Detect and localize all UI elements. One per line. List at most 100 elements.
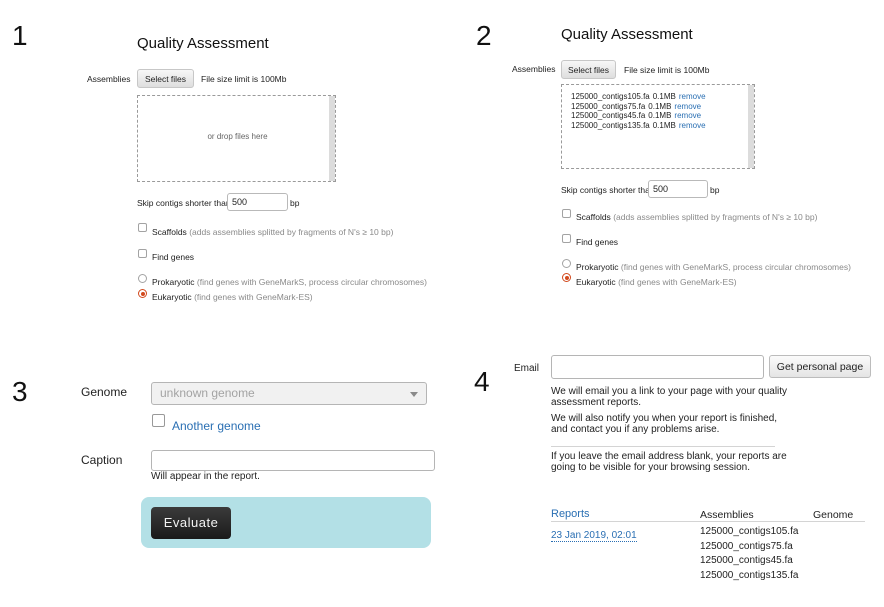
- eukaryotic-hint: (find genes with GeneMark-ES): [194, 292, 313, 302]
- prokaryotic-option: Prokaryotic (find genes with GeneMarkS, …: [576, 262, 851, 272]
- assembly-name: 125000_contigs75.fa: [700, 540, 793, 552]
- eukaryotic-label: Eukaryotic: [152, 292, 192, 302]
- scaffolds-checkbox[interactable]: [138, 223, 147, 232]
- prokaryotic-hint: (find genes with GeneMarkS, process circ…: [196, 277, 427, 287]
- scaffolds-label: Scaffolds: [152, 227, 187, 237]
- evaluate-button[interactable]: Evaluate: [151, 507, 231, 539]
- find-genes-checkbox[interactable]: [562, 234, 571, 243]
- skip-contigs-input[interactable]: [648, 180, 708, 198]
- scaffolds-hint: (adds assemblies splitted by fragments o…: [613, 212, 818, 222]
- blank-email-paragraph: If you leave the email address blank, yo…: [551, 451, 787, 473]
- find-genes-checkbox[interactable]: [138, 249, 147, 258]
- caption-label: Caption: [81, 453, 123, 467]
- email-field[interactable]: [551, 355, 764, 379]
- scaffolds-label: Scaffolds: [576, 212, 611, 222]
- find-genes-label: Find genes: [152, 252, 195, 262]
- email-info-line: assessment reports.: [551, 397, 642, 408]
- notify-info-line: and contact you if any problems arise.: [551, 424, 720, 435]
- get-personal-page-button[interactable]: Get personal page: [769, 355, 871, 378]
- file-size: 0.1MB: [652, 92, 676, 101]
- genome-header: Genome: [813, 509, 854, 521]
- eukaryotic-label: Eukaryotic: [576, 277, 616, 287]
- skip-contigs-unit: bp: [290, 198, 300, 208]
- skip-contigs-unit: bp: [710, 185, 720, 195]
- assemblies-header: Assemblies: [700, 509, 754, 521]
- table-row[interactable]: 23 Jan 2019, 02:01: [551, 525, 637, 543]
- file-list-scrollbar[interactable]: [748, 85, 754, 168]
- genome-label: Genome: [81, 385, 128, 399]
- file-name: 125000_contigs135.fa: [571, 120, 650, 130]
- scaffolds-option: Scaffolds (adds assemblies splitted by f…: [152, 227, 393, 237]
- select-files-button[interactable]: Select files: [561, 60, 616, 79]
- assembly-name: 125000_contigs45.fa: [700, 555, 793, 566]
- remove-file-link[interactable]: remove: [674, 111, 701, 120]
- select-files-button[interactable]: Select files: [137, 69, 194, 88]
- prokaryotic-label: Prokaryotic: [152, 277, 195, 287]
- assembly-name: 125000_contigs105.fa: [700, 526, 799, 537]
- eukaryotic-hint: (find genes with GeneMark-ES): [618, 277, 737, 287]
- remove-file-link[interactable]: remove: [674, 102, 701, 111]
- file-list-zone[interactable]: 125000_contigs105.fa 0.1MB remove 125000_c…: [561, 84, 755, 169]
- file-item: 125000_contigs45.fa 0.1MB remove: [571, 111, 706, 121]
- file-size: 0.1MB: [648, 111, 672, 121]
- panel-number-4: 4: [474, 366, 490, 397]
- prokaryotic-radio[interactable]: [138, 274, 147, 283]
- file-drop-zone[interactable]: or drop files here: [137, 95, 336, 182]
- assembly-name: 125000_contigs135.fa: [700, 569, 799, 581]
- file-name: 125000_contigs45.fa: [571, 111, 646, 121]
- evaluate-panel: Evaluate: [141, 497, 431, 548]
- chevron-down-icon: [410, 392, 418, 397]
- reports-header-link[interactable]: Reports: [551, 508, 590, 520]
- email-info-line: We will email you a link to your page wi…: [551, 386, 788, 397]
- report-date-link[interactable]: 23 Jan 2019, 02:01: [551, 530, 637, 542]
- panel-number-3: 3: [12, 376, 28, 407]
- prokaryotic-label: Prokaryotic: [576, 262, 619, 272]
- scaffolds-checkbox[interactable]: [562, 209, 571, 218]
- file-item: 125000_contigs135.fa 0.1MB remove: [571, 121, 706, 131]
- scaffolds-hint: (adds assemblies splitted by fragments o…: [189, 227, 394, 237]
- another-genome-label[interactable]: Another genome: [172, 419, 261, 433]
- prokaryotic-radio[interactable]: [562, 259, 571, 268]
- page-title: Quality Assessment: [137, 35, 269, 52]
- file-size-limit: File size limit is 100Mb: [624, 65, 710, 75]
- file-name: 125000_contigs75.fa: [571, 101, 646, 111]
- another-genome-checkbox[interactable]: [152, 414, 165, 427]
- remove-file-link[interactable]: remove: [679, 92, 706, 101]
- eukaryotic-radio[interactable]: [562, 273, 571, 282]
- file-size-limit: File size limit is 100Mb: [201, 74, 287, 84]
- caption-input[interactable]: [151, 450, 435, 471]
- prokaryotic-hint: (find genes with GeneMarkS, process circ…: [620, 262, 851, 272]
- file-size: 0.1MB: [652, 120, 676, 130]
- remove-file-link[interactable]: remove: [679, 121, 706, 130]
- page-title: Quality Assessment: [561, 26, 693, 43]
- eukaryotic-radio[interactable]: [138, 289, 147, 298]
- email-info-paragraph: We will email you a link to your page wi…: [551, 386, 787, 408]
- panel-number-2: 2: [476, 20, 492, 51]
- assemblies-cell: 125000_contigs105.fa 125000_contigs75.fa…: [700, 525, 798, 583]
- drop-files-text: or drop files here: [207, 132, 268, 141]
- genome-select-value: unknown genome: [160, 386, 255, 400]
- skip-contigs-label: Skip contigs shorter than: [561, 185, 655, 195]
- scaffolds-option: Scaffolds (adds assemblies splitted by f…: [576, 212, 817, 222]
- file-item: 125000_contigs75.fa 0.1MB remove: [571, 102, 706, 112]
- eukaryotic-option: Eukaryotic (find genes with GeneMark-ES): [576, 277, 737, 287]
- notify-info-paragraph: We will also notify you when your report…: [551, 413, 777, 435]
- file-size: 0.1MB: [648, 101, 672, 111]
- file-item: 125000_contigs105.fa 0.1MB remove: [571, 92, 706, 102]
- divider: [551, 446, 775, 447]
- panel-number-1: 1: [12, 20, 28, 51]
- assemblies-label: Assemblies: [87, 74, 131, 84]
- skip-contigs-label: Skip contigs shorter than: [137, 198, 231, 208]
- skip-contigs-input[interactable]: [227, 193, 288, 211]
- table-header-divider: [551, 521, 865, 522]
- caption-hint: Will appear in the report.: [151, 471, 260, 482]
- eukaryotic-option: Eukaryotic (find genes with GeneMark-ES): [152, 292, 313, 302]
- notify-info-line: We will also notify you when your report…: [551, 413, 778, 424]
- genome-select[interactable]: unknown genome: [151, 382, 427, 405]
- find-genes-label: Find genes: [576, 237, 619, 247]
- prokaryotic-option: Prokaryotic (find genes with GeneMarkS, …: [152, 277, 427, 287]
- assemblies-label: Assemblies: [512, 64, 556, 74]
- file-list: 125000_contigs105.fa 0.1MB remove 125000_c…: [571, 92, 706, 130]
- blank-email-line: If you leave the email address blank, yo…: [551, 451, 787, 462]
- email-label: Email: [514, 363, 540, 374]
